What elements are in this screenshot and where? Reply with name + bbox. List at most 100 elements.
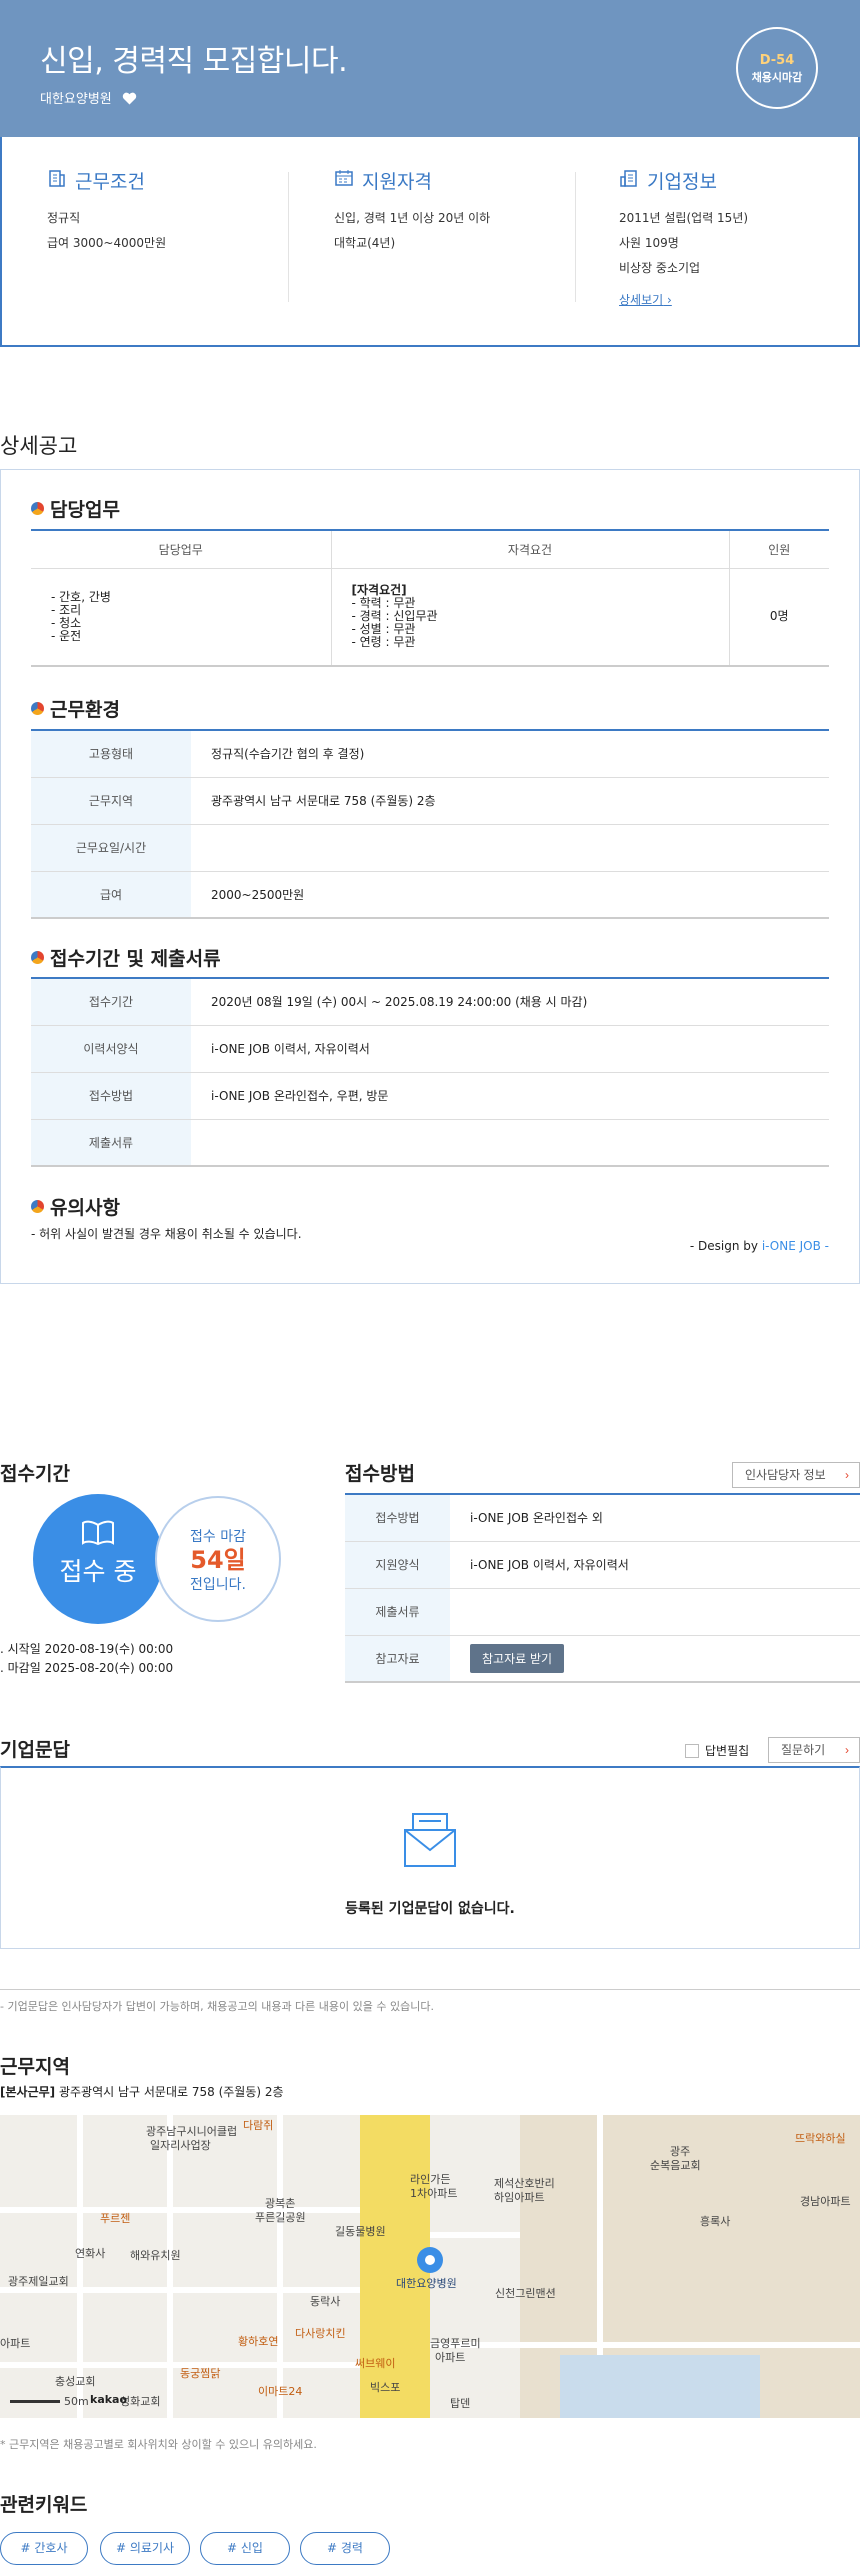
map-label: 이마트24 [258, 2385, 303, 2398]
address-text: 광주광역시 남구 서문대로 758 (주월동) 2층 [58, 2085, 284, 2099]
qualifications-title: 지원자격 [362, 171, 432, 193]
docs-title: 접수기간 및 제출서류 [50, 948, 221, 970]
status-text: 접수 중 [59, 1557, 137, 1586]
row-label: 참고자료 [345, 1635, 450, 1683]
row-label: 근무지역 [31, 777, 191, 825]
duties-table: 담당업무 자격요건 인원 - 간호, 간병 - 조리 - 청소 - 운전 [자격… [31, 529, 829, 667]
notice-text: - 허위 사실이 발견될 경우 채용이 취소될 수 있습니다. [31, 1227, 302, 1241]
map-label: 다람쥐 [243, 2119, 274, 2132]
map-label: 신천그린맨션 [495, 2287, 556, 2300]
download-ref-button[interactable]: 참고자료 받기 [470, 1643, 565, 1673]
headcount-cell: 0명 [729, 568, 829, 667]
company-detail-label: 상세보기 [619, 293, 664, 307]
method-table: 접수방법 i-ONE JOB 온라인접수 외 지원양식 i-ONE JOB 이력서,… [345, 1493, 860, 1683]
environment-table: 고용형태 정규직(수습기간 협의 후 결정) 근무지역 광주광역시 남구 서문대로 … [31, 729, 829, 919]
ask-button[interactable]: 질문하기 › [768, 1737, 860, 1763]
map-label: 길동물병원 [335, 2225, 386, 2238]
qualifications-col: 지원자격 신입, 경력 1년 이상 20년 이하 대학교(4년) [334, 167, 490, 256]
row-value: 2000~2500만원 [191, 871, 829, 919]
duty-line: - 간호, 간병 [51, 589, 111, 604]
company-info-line: 2011년 설립(업력 15년) [619, 211, 749, 225]
location-tag: [본사근무] [0, 2085, 56, 2099]
chevron-right-icon: › [845, 1743, 849, 1757]
map-label: 써브웨이 [355, 2357, 396, 2370]
col-header: 인원 [729, 530, 829, 569]
address-line: [본사근무] 광주광역시 남구 서문대로 758 (주월동) 2층 [0, 2083, 284, 2100]
book-icon [33, 1520, 163, 1549]
row-label: 제출서류 [345, 1588, 450, 1636]
qa-title: 기업문답 [0, 1739, 70, 1761]
deadline-circle: 접수 마감 54일 전입니다. [155, 1496, 281, 1622]
req-line: - 연령 : 무관 [351, 635, 416, 650]
map-roads [0, 2115, 860, 2418]
map-label: 동락사 [310, 2295, 341, 2308]
heart-icon[interactable] [122, 92, 137, 109]
environment-heading: 근무환경 [31, 695, 120, 722]
condition-line: 급여 3000~4000만원 [47, 236, 167, 250]
design-brand[interactable]: i-ONE JOB - [762, 1239, 829, 1253]
conditions-title: 근무조건 [75, 171, 145, 193]
design-prefix: - Design by [689, 1239, 762, 1253]
row-value: i-ONE JOB 온라인접수 외 [450, 1494, 860, 1542]
map-label: 푸르젠 [100, 2212, 131, 2225]
row-label: 접수기간 [31, 978, 191, 1026]
keyword-chip[interactable]: # 의료기사 [100, 2532, 190, 2565]
summary-box: 근무조건 정규직 급여 3000~4000만원 지원자격 신입, 경력 1년 이… [0, 137, 860, 347]
map-label: 동궁찜닭 [180, 2367, 221, 2380]
map-label: 광주제일교회 [8, 2275, 69, 2288]
location-note: * 근무지역은 채용공고별로 회사위치와 상이할 수 있으니 유의하세요. [0, 2438, 317, 2451]
col-header: 자격요건 [331, 530, 730, 569]
row-value: i-ONE JOB 온라인접수, 우편, 방문 [191, 1072, 829, 1120]
duties-heading: 담당업무 [31, 495, 120, 522]
qa-empty-box: 등록된 기업문답이 없습니다. [0, 1766, 860, 1949]
design-credit: - Design by i-ONE JOB - [690, 1239, 829, 1253]
map-label: 다사랑치킨 [295, 2327, 346, 2340]
hr-info-button[interactable]: 인사담당자 정보 › [732, 1462, 860, 1488]
map-label: 흥록사 [700, 2215, 731, 2228]
deadline-label: 접수 마감 [190, 1529, 246, 1545]
conditions-col: 근무조건 정규직 급여 3000~4000만원 [47, 167, 166, 256]
row-label: 고용형태 [31, 730, 191, 778]
map-label: 아파트 [435, 2351, 466, 2364]
envelope-icon [399, 1810, 461, 1873]
company-detail-link[interactable]: 상세보기 › [619, 291, 672, 308]
period-dates: . 시작일 2020-08-19(수) 00:00 . 마감일 2025-08-… [0, 1640, 173, 1678]
detail-box: 담당업무 담당업무 자격요건 인원 - 간호, 간병 - 조리 - 청소 - 운… [0, 469, 860, 1284]
answered-filter[interactable]: 답변필칩 [685, 1742, 749, 1759]
location-title: 근무지역 [0, 2056, 70, 2078]
map-label: 빅스포 [370, 2381, 401, 2394]
keyword-chip[interactable]: # 경력 [300, 2532, 390, 2565]
row-value [191, 824, 829, 872]
environment-title: 근무환경 [50, 699, 120, 721]
end-date: . 마감일 2025-08-20(수) 00:00 [0, 1661, 174, 1675]
docs-heading: 접수기간 및 제출서류 [31, 944, 221, 971]
map-label: 탑덴 [450, 2397, 471, 2410]
method-title: 접수방법 [345, 1463, 415, 1485]
row-label: 근무요일/시간 [31, 824, 191, 872]
start-date-text: 시작일 2020-08-19(수) 00:00 [7, 1642, 174, 1656]
duties-title: 담당업무 [50, 499, 120, 521]
row-label: 제출서류 [31, 1119, 191, 1167]
keyword-chip[interactable]: # 간호사 [0, 2532, 88, 2565]
col-header: 담당업무 [31, 530, 332, 569]
answered-checkbox[interactable] [685, 1743, 699, 1758]
row-value: 광주광역시 남구 서문대로 758 (주월동) 2층 [191, 777, 829, 825]
period-title: 접수기간 [0, 1463, 70, 1485]
keywords-title: 관련키워드 [0, 2494, 88, 2516]
map-brand-logo: kakao [90, 2393, 128, 2406]
answered-label: 답변필칩 [705, 1744, 750, 1758]
days-left: 54일 [190, 1546, 246, 1574]
row-label: 급여 [31, 871, 191, 919]
location-map[interactable]: 광주남구시니어클럽 일자리사업장 다람쥐 광복촌 푸른길공원 길동물병원 라인가… [0, 2115, 860, 2418]
row-value: i-ONE JOB 이력서, 자유이력서 [191, 1025, 829, 1073]
company-name[interactable]: 대한요양병원 [40, 88, 137, 109]
map-label: 아파트 [0, 2337, 31, 2350]
map-label: 1차아파트 [410, 2187, 458, 2200]
keyword-chip[interactable]: # 신입 [200, 2532, 290, 2565]
building-icon [619, 168, 639, 193]
divider [0, 1989, 860, 1990]
company-info-title: 기업정보 [647, 171, 717, 193]
qa-empty-text: 등록된 기업문답이 없습니다. [345, 1901, 515, 1917]
map-label: 충성교회 [55, 2375, 96, 2388]
detail-title: 상세공고 [0, 434, 78, 458]
